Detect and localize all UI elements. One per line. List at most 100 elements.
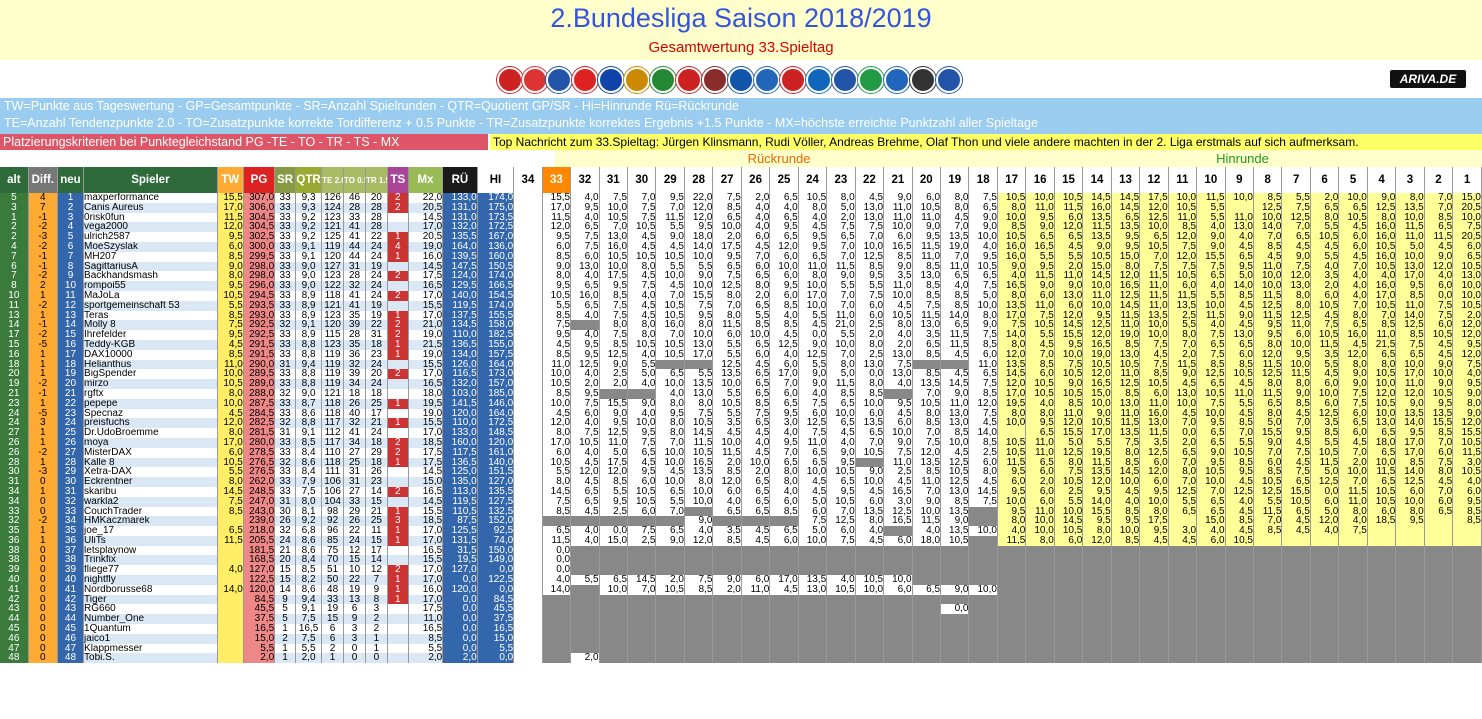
col-ru[interactable]: RÜ [442, 167, 478, 193]
table-row[interactable]: 41 0 41 Nordborusse68 14,0 120,0 14 8,6 48 19 9 1 16… [0, 584, 1482, 595]
col-spieltag-34[interactable]: 34 [513, 167, 543, 193]
club-logo-icon[interactable] [650, 67, 676, 93]
col-spieltag-25[interactable]: 25 [769, 167, 799, 193]
table-row[interactable]: 26 -2 27 MisterDAX 6,0 278,5 33 8,4 110 27 29 2 17,5… [0, 447, 1482, 458]
club-logo-icon[interactable] [936, 67, 962, 93]
table-row[interactable]: 48 0 48 Tobi.S. 2,0 1 2,0 1 0 0 2,0 2,0 0,0 2,0 [0, 653, 1482, 664]
table-row[interactable]: 42 0 42 Tiger 84,5 9 9,4 33 13 8 1 17,0 0,0 84,5 [0, 594, 1482, 605]
table-row[interactable]: 6 -1 8 SagittariusA 9,0 298,0 33 9,0 127 31 19 14,5… [0, 261, 1482, 272]
col-ts[interactable]: TS [387, 167, 409, 193]
table-row[interactable]: 16 1 17 DAX10000 8,5 291,5 33 8,8 119 36 23 1 19,0 13… [0, 349, 1482, 360]
col-hi[interactable]: HI [477, 167, 515, 193]
col-qtr[interactable]: QTR [295, 167, 323, 193]
table-row[interactable]: 1 -1 3 0risk0fun 11,5 304,5 33 9,2 123 33 28 14,5 13… [0, 212, 1482, 223]
col-spieltag-19[interactable]: 19 [940, 167, 970, 193]
col-spieler[interactable]: Spieler [83, 167, 218, 193]
col-spieltag-16[interactable]: 16 [1025, 167, 1055, 193]
table-row[interactable]: 35 1 35 joe_17 6,5 218,0 32 6,8 96 22 11 1 17,0 125,5… [0, 526, 1482, 536]
col-spieltag-4[interactable]: 4 [1367, 167, 1397, 193]
club-logo-icon[interactable] [522, 67, 548, 93]
col-spieltag-22[interactable]: 22 [855, 167, 885, 193]
col-spieltag-32[interactable]: 32 [570, 167, 600, 193]
table-row[interactable]: 24 3 24 preisfuchs 12,0 282,5 32 8,8 117 32 21 1 15,… [0, 418, 1482, 429]
col-spieltag-17[interactable]: 17 [997, 167, 1027, 193]
col-spieltag-11[interactable]: 11 [1168, 167, 1198, 193]
table-row[interactable]: 21 -1 21 rgftx 8,0 288,0 32 9,0 121 18 18 18,0 103,0… [0, 388, 1482, 399]
col-spieltag-15[interactable]: 15 [1054, 167, 1084, 193]
col-spieltag-6[interactable]: 6 [1310, 167, 1340, 193]
col-tw[interactable]: TW [217, 167, 244, 193]
col-spieltag-3[interactable]: 3 [1395, 167, 1425, 193]
table-row[interactable]: 26 1 26 moya 17,0 280,0 33 8,5 117 34 18 2 18,5 160,0… [0, 437, 1482, 448]
table-row[interactable]: 24 -5 23 Specnaz 4,5 284,5 33 8,6 118 40 17 19,0 120… [0, 408, 1482, 419]
news-ticker[interactable]: Top Nachricht zum 33.Spieltag: Jürgen Kl… [490, 134, 1482, 150]
col-spieltag-20[interactable]: 20 [912, 167, 942, 193]
table-row[interactable]: 14 -1 14 Molly 8 7,5 292,5 32 9,1 120 39 22 2 21,0 13… [0, 320, 1482, 331]
club-logo-icon[interactable] [806, 67, 832, 93]
ariva-logo[interactable]: ARIVA.DE [1390, 70, 1466, 88]
club-logo-icon[interactable] [754, 67, 780, 93]
club-logo-icon[interactable] [624, 67, 650, 93]
col-neu[interactable]: neu [57, 167, 85, 193]
table-row[interactable]: 20 1 19 BigSpender 10,0 289,5 33 8,8 119 39 20 2 17,… [0, 369, 1482, 380]
club-logo-icon[interactable] [728, 67, 754, 93]
table-row[interactable]: 19 -2 20 mirzo 10,5 289,0 33 8,8 119 34 24 16,5 132,… [0, 379, 1482, 389]
col-spieltag-2[interactable]: 2 [1424, 167, 1454, 193]
table-row[interactable]: 28 1 28 Kalle 8 10,5 276,5 32 8,6 118 25 18 1 17,5 13… [0, 457, 1482, 468]
club-logo-icon[interactable] [910, 67, 936, 93]
table-row[interactable]: 11 -2 12 sportgemeinschaft 53 5,5 293,5 33 8,9 1… [0, 300, 1482, 311]
club-logo-icon[interactable] [858, 67, 884, 93]
table-row[interactable]: 44 0 44 Number_One 37,5 5 7,5 15 9 2 11,0 0,0 37,5 [0, 614, 1482, 625]
club-logo-icon[interactable] [598, 67, 624, 93]
col-spieltag-28[interactable]: 28 [684, 167, 714, 193]
col-spieltag-9[interactable]: 9 [1225, 167, 1255, 193]
club-logo-icon[interactable] [497, 67, 523, 93]
col-to[interactable]: TO 0.5 [343, 167, 366, 193]
col-spieltag-23[interactable]: 23 [826, 167, 856, 193]
table-row[interactable]: 15 -5 16 Teddy-KGB 4,5 291,5 33 8,8 123 35 18 1 21,5… [0, 339, 1482, 350]
table-row[interactable]: 38 0 38 Trinkfix 168,5 20 8,4 70 15 14 15,5 19,5 149… [0, 555, 1482, 566]
col-spieltag-18[interactable]: 18 [968, 167, 998, 193]
col-te[interactable]: TE 2.0 [321, 167, 345, 193]
table-row[interactable]: 17 -2 15 Ihrefelder 9,5 292,5 33 8,9 115 28 31 2 19,… [0, 330, 1482, 340]
col-spieltag-21[interactable]: 21 [883, 167, 913, 193]
col-pg[interactable]: PG [243, 167, 276, 193]
club-logo-icon[interactable] [546, 67, 572, 93]
table-row[interactable]: 23 1 22 pepepe 10,0 287,5 33 8,7 118 26 25 1 19,5 141… [0, 398, 1482, 409]
col-spieltag-10[interactable]: 10 [1196, 167, 1226, 193]
table-row[interactable]: 7 -2 9 Backhandsmash 8,0 298,0 33 9,0 123 28 24 2 17… [0, 271, 1482, 282]
col-spieltag-29[interactable]: 29 [655, 167, 685, 193]
col-spieltag-13[interactable]: 13 [1111, 167, 1141, 193]
col-spieltag-5[interactable]: 5 [1338, 167, 1368, 193]
table-row[interactable]: 8 2 10 rompoi55 9,5 296,0 33 9,0 122 32 24 16,5 129,… [0, 281, 1482, 291]
table-row[interactable]: 34 1 31 skaribu 14,5 248,5 33 7,5 106 27 14 2 16,5 11… [0, 486, 1482, 497]
table-row[interactable]: 30 -3 29 Xetra-DAX 5,5 276,5 33 8,4 111 31 26 14,5 1… [0, 467, 1482, 478]
col-spieltag-27[interactable]: 27 [712, 167, 742, 193]
table-row[interactable]: 47 0 47 Klappmesser 5,5 1 5,5 2 0 1 5,5 0,0 5,5 [0, 643, 1482, 654]
table-row[interactable]: 33 0 33 CouchTrader 8,5 243,0 30 8,1 98 29 21 1 15,5… [0, 506, 1482, 517]
col-sr[interactable]: SR [274, 167, 297, 193]
table-row[interactable]: 7 -1 7 MH207 8,5 299,5 33 9,1 120 44 24 1 16,0 139,5 1… [0, 251, 1482, 262]
table-row[interactable]: 38 0 37 letsplaynow 181,5 21 8,6 75 12 17 16,5 31,5… [0, 545, 1482, 556]
table-row[interactable]: 5 4 1 maxperformance 15,5 307,0 33 9,3 126 46 20 2 2… [0, 193, 1482, 203]
col-diff[interactable]: Diff. [28, 167, 58, 193]
club-logo-icon[interactable] [702, 67, 728, 93]
col-spieltag-24[interactable]: 24 [798, 167, 828, 193]
table-row[interactable]: 40 0 40 nightfly 122,5 15 8,2 50 22 7 1 17,0 0,0 122,… [0, 575, 1482, 585]
col-spieltag-8[interactable]: 8 [1253, 167, 1283, 193]
col-tr[interactable]: TR 1.5 [365, 167, 388, 193]
table-row[interactable]: 34 0 32 warkla2 7,5 247,0 31 8,0 104 33 15 14,5 119,… [0, 496, 1482, 507]
col-alt[interactable]: alt [0, 167, 29, 193]
table-row[interactable]: 43 0 43 RG660 45,5 5 9,1 19 6 3 17,5 0,0 45,5 0,0 [0, 604, 1482, 615]
table-row[interactable]: 2 -2 4 vega2000 12,0 304,5 33 9,2 121 41 28 17,0 132… [0, 222, 1482, 233]
table-row[interactable]: 4 -2 6 MoeSzyslak 6,0 300,0 33 9,1 119 44 24 4 19,0 1… [0, 241, 1482, 252]
col-spieltag-7[interactable]: 7 [1281, 167, 1311, 193]
col-mx[interactable]: Mx [408, 167, 444, 193]
col-spieltag-26[interactable]: 26 [741, 167, 771, 193]
col-spieltag-14[interactable]: 14 [1082, 167, 1112, 193]
club-logo-icon[interactable] [832, 67, 858, 93]
col-spieltag-31[interactable]: 31 [599, 167, 629, 193]
table-row[interactable]: 45 0 45 1Quantum 16,5 1 16,5 6 3 2 16,5 0,0 16,5 [0, 624, 1482, 634]
table-row[interactable]: 32 -2 34 HMKaczmarek 239,0 26 9,2 92 26 25 3 18,5 87… [0, 516, 1482, 527]
table-row[interactable]: 39 0 39 fliege77 4,0 127,0 15 8,5 51 10 12 2 17,0 127… [0, 565, 1482, 576]
